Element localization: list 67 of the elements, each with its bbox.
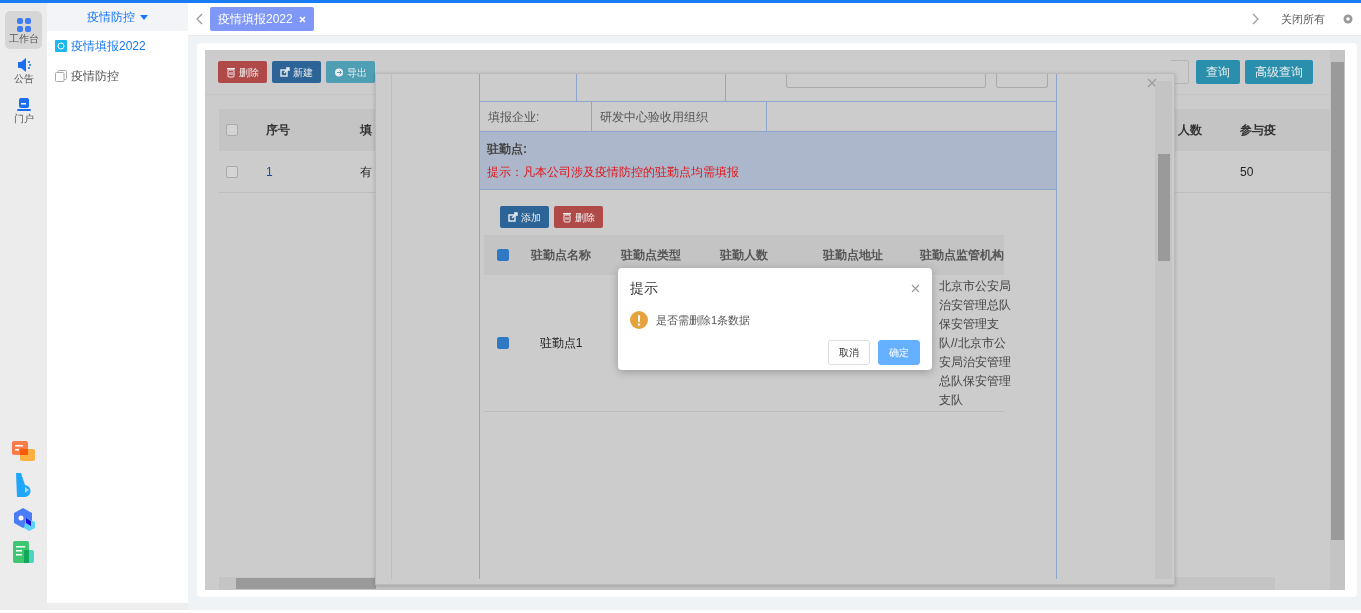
gear-icon [1343,14,1353,24]
document-app-icon[interactable] [12,541,35,565]
table-cell: 50 [1240,164,1254,179]
input-field[interactable] [996,74,1048,88]
dialog-button[interactable]: 取消 [828,340,870,365]
close-icon[interactable] [1147,78,1157,88]
checkbox[interactable] [226,165,238,178]
column-header: 驻勤点地址 [823,248,883,262]
edit-icon [508,211,518,223]
section-title: 驻勤点: [487,141,528,158]
hexagon-app-icon[interactable] [11,507,36,531]
dialog-title: 提示 [630,279,658,298]
table-cell: 1 [266,164,273,179]
table-cell: 驻勤点1 [539,336,583,350]
column-header: 人数 [1178,123,1202,137]
column-header: 驻勤点类型 [621,248,681,262]
search-field[interactable] [1171,60,1189,84]
sidebar-item[interactable]: 疫情防控 [47,61,188,91]
hint-text: 提示：凡本公司涉及疫情防控的驻勤点均需填报 [487,164,740,181]
rail-item[interactable]: 门户 [5,91,42,129]
close-icon [298,15,306,23]
column-header: 填 [360,123,372,137]
column-header: 驻勤人数 [719,248,768,262]
edit-icon [280,66,290,78]
sidebar-header[interactable]: 疫情防控 [47,3,188,31]
trash-icon [226,66,236,78]
table-cell-text: 北京市公安局治安管理总队保安管理支队//北京市公安局治安管理总队保安管理支队 [939,277,1011,409]
tab[interactable]: 疫情填报2022 [210,7,314,31]
letter-b-app-icon[interactable] [13,473,34,497]
column-header: 驻勤点名称 [531,248,591,262]
caret-icon [140,14,148,20]
column-header: 参与疫 [1240,123,1276,137]
grid-icon [15,16,32,33]
scrollbar[interactable] [1330,50,1345,590]
search-button[interactable]: 查询 [1196,60,1240,84]
checkbox[interactable] [496,249,509,261]
trash-icon [562,211,572,223]
warning-icon [630,311,648,329]
toolbar-button[interactable]: 导出 [326,61,375,83]
toolbar-button[interactable]: 删除 [554,206,603,228]
table-cell: 有 [360,164,372,179]
toolbar-button[interactable]: 新建 [272,61,321,83]
column-header: 驻勤点监管机构 [920,248,1004,262]
pages-icon [55,70,67,82]
field-label: 填报企业: [488,108,540,126]
dialog-message: 是否需删除1条数据 [656,312,751,328]
column-header: 序号 [266,123,290,137]
rail-item[interactable]: 工作台 [5,11,42,49]
close-all-link[interactable]: 关闭所有 [1281,10,1325,28]
chevron-right-icon[interactable] [1251,13,1259,25]
sidebar-item[interactable]: 疫情填报2022 [47,31,188,61]
rail-item[interactable]: 公告 [5,51,42,89]
scrollbar[interactable] [1155,81,1172,579]
input-field[interactable] [786,74,986,88]
app-icon [55,40,67,52]
field-value: 研发中心验收用组织 [600,108,708,126]
toolbar-button[interactable]: 添加 [500,206,549,228]
checkbox[interactable] [226,124,238,136]
export-icon [334,66,344,78]
close-icon[interactable] [911,284,920,293]
chat-app-icon[interactable] [11,441,36,463]
monitor-icon [15,96,32,113]
chevron-left-icon[interactable] [196,13,204,25]
search-button[interactable]: 高级查询 [1245,60,1313,84]
speaker-icon [15,56,32,73]
checkbox[interactable] [496,337,509,349]
toolbar-button[interactable]: 删除 [218,61,267,83]
